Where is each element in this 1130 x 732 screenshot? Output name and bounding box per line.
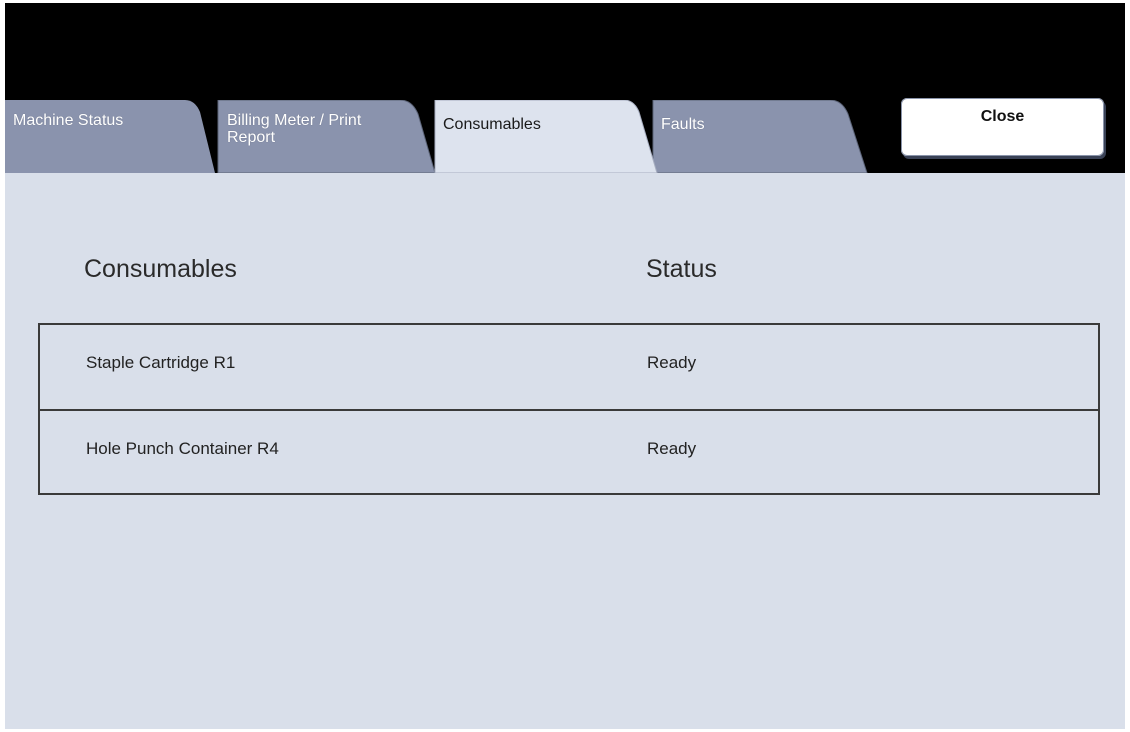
consumables-table: Staple Cartridge R1 Ready Hole Punch Con… xyxy=(38,323,1100,495)
consumable-name: Staple Cartridge R1 xyxy=(86,353,236,372)
tab-background xyxy=(5,100,215,173)
tab-background xyxy=(645,100,875,173)
close-button[interactable]: Close xyxy=(901,98,1104,156)
consumable-status: Ready xyxy=(647,439,697,458)
tab-label-line1: Billing Meter / Print xyxy=(227,112,362,129)
table-row[interactable]: Hole Punch Container R4 Ready xyxy=(40,409,1098,495)
tab-background xyxy=(429,100,664,173)
tab-label: Consumables xyxy=(443,116,541,133)
tab-label: Faults xyxy=(661,116,705,133)
tab-label-line2: Report xyxy=(227,129,276,146)
device-screen: Machine Status Billing Meter / Print Rep… xyxy=(5,3,1125,729)
consumable-name: Hole Punch Container R4 xyxy=(86,439,279,458)
table-row[interactable]: Staple Cartridge R1 Ready xyxy=(40,325,1098,409)
tab-billing-meter[interactable]: Billing Meter / Print Report xyxy=(210,100,445,173)
tab-label: Machine Status xyxy=(13,112,124,129)
tab-machine-status[interactable]: Machine Status xyxy=(5,100,215,173)
column-header-consumables: Consumables xyxy=(84,255,237,283)
consumable-status: Ready xyxy=(647,353,697,372)
tab-consumables[interactable]: Consumables xyxy=(429,100,664,173)
tab-faults[interactable]: Faults xyxy=(645,100,875,173)
column-header-status: Status xyxy=(646,255,717,283)
